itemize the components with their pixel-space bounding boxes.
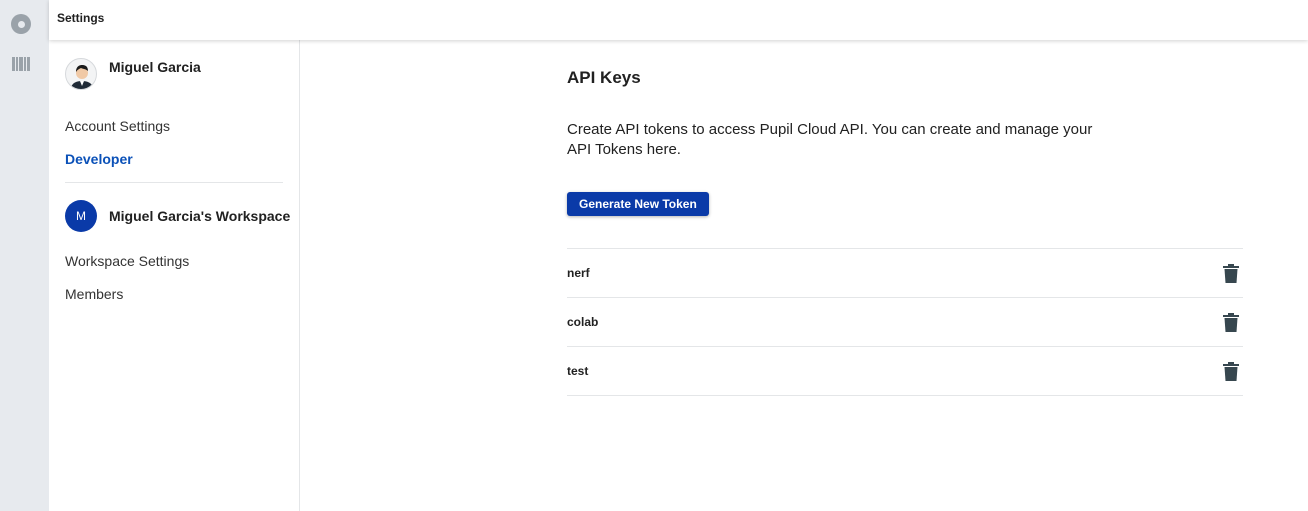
workspace-avatar: M [65,200,97,232]
delete-token-icon[interactable] [1219,359,1243,383]
library-icon[interactable] [10,53,32,75]
page-description: Create API tokens to access Pupil Cloud … [567,121,1093,158]
user-avatar [65,58,97,90]
nav-developer[interactable]: Developer [65,151,133,167]
user-profile: Miguel Garcia [65,58,201,90]
workspace-name: Miguel Garcia's Workspace [109,208,291,224]
user-name: Miguel Garcia [109,59,201,75]
nav-workspace-settings[interactable]: Workspace Settings [65,253,189,269]
generate-token-button[interactable]: Generate New Token [567,192,709,216]
sidebar-divider [65,182,283,183]
settings-sidebar: Miguel Garcia Account Settings Developer… [49,40,300,511]
token-name: colab [567,315,599,329]
token-name: test [567,364,589,378]
token-name: nerf [567,266,590,280]
nav-account-settings[interactable]: Account Settings [65,118,170,134]
nav-members[interactable]: Members [65,286,123,302]
page-header-title: Settings [57,11,105,25]
delete-token-icon[interactable] [1219,261,1243,285]
delete-token-icon[interactable] [1219,310,1243,334]
page-title: API Keys [567,68,641,87]
token-row: colab [567,298,1243,347]
app-rail [0,0,49,511]
top-bar: Settings [49,0,1308,40]
workspace-header: M Miguel Garcia's Workspace [65,200,290,232]
main-content: API Keys Create API tokens to access Pup… [300,40,1308,511]
record-icon[interactable] [10,13,32,35]
token-list: nerf colab test [567,248,1243,396]
token-row: test [567,347,1243,396]
token-row: nerf [567,249,1243,298]
